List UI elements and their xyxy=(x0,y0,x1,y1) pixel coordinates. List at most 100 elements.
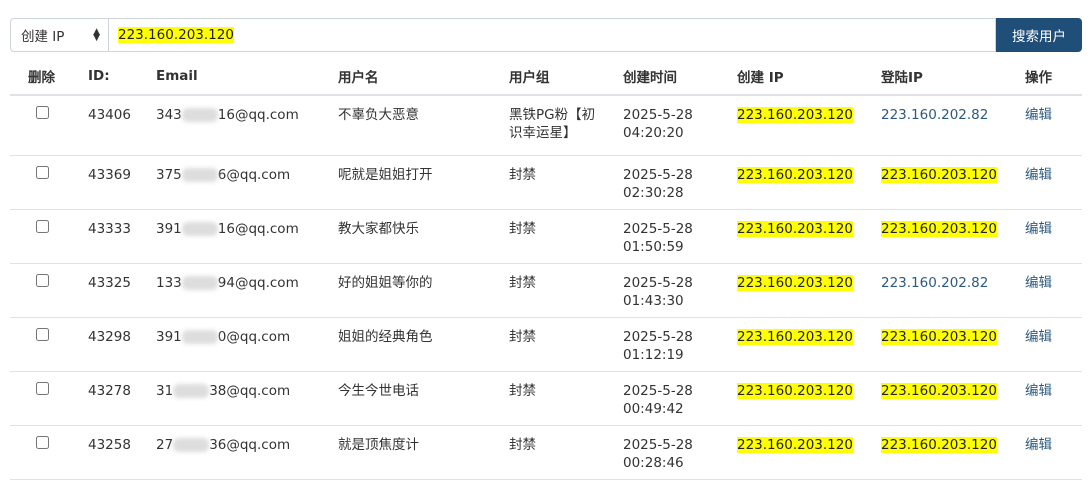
action-cell: 编辑 xyxy=(1025,317,1082,372)
edit-link[interactable]: 编辑 xyxy=(1025,275,1052,291)
created-clock: 00:49:42 xyxy=(623,400,684,417)
created-date: 2025-5-28 xyxy=(623,107,693,123)
delete-cell xyxy=(10,263,88,318)
delete-checkbox[interactable] xyxy=(36,219,49,233)
user-id: 43298 xyxy=(88,317,156,372)
user-login-ip: 223.160.202.82 xyxy=(881,263,1025,318)
email-suffix: 36@qq.com xyxy=(209,436,291,453)
delete-checkbox[interactable] xyxy=(36,381,49,395)
email-suffix: 38@qq.com xyxy=(209,382,291,399)
edit-link[interactable]: 编辑 xyxy=(1025,329,1052,345)
redaction-blur xyxy=(181,108,218,122)
edit-link[interactable]: 编辑 xyxy=(1025,437,1052,453)
user-group-line: 封禁 xyxy=(509,436,536,453)
user-email: 133 94@qq.com xyxy=(156,263,338,318)
delete-checkbox[interactable] xyxy=(36,165,49,179)
table-row: 43298 391 0@qq.com 姐姐的经典角色 封禁 2025-5-28 01:12:… xyxy=(10,317,1082,372)
created-date: 2025-5-28 xyxy=(623,328,693,345)
header-username: 用户名 xyxy=(338,58,509,96)
user-email: 31 38@qq.com xyxy=(156,371,338,426)
created-ip-value: 223.160.203.120 xyxy=(737,274,853,291)
delete-cell xyxy=(10,317,88,372)
login-ip-value: 223.160.203.120 xyxy=(881,436,997,453)
user-username: 姐姐的经典角色 xyxy=(338,317,509,372)
email-suffix: 0@qq.com xyxy=(217,328,291,345)
created-ip-value: 223.160.203.120 xyxy=(737,166,853,183)
user-username: 呢就是姐姐打开 xyxy=(338,155,509,210)
email-suffix: 6@qq.com xyxy=(217,166,291,183)
action-cell: 编辑 xyxy=(1025,371,1082,426)
table-row: 43333 391 16@qq.com 教大家都快乐 封禁 2025-5-28 01:50:… xyxy=(10,209,1082,264)
created-date: 2025-5-28 xyxy=(623,382,693,399)
created-clock: 02:30:28 xyxy=(623,184,684,201)
edit-link[interactable]: 编辑 xyxy=(1025,383,1052,399)
select-arrows-icon: ▲ ▼ xyxy=(93,27,100,43)
delete-checkbox[interactable] xyxy=(36,106,49,119)
delete-cell xyxy=(10,371,88,426)
user-username: 就是顶焦度计 xyxy=(338,425,509,480)
action-cell: 编辑 xyxy=(1025,425,1082,480)
user-created-time: 2025-5-28 00:28:46 xyxy=(623,425,737,480)
table-row: 43369 375 6@qq.com 呢就是姐姐打开 封禁 2025-5-28 02:30:… xyxy=(10,155,1082,210)
created-clock: 04:20:20 xyxy=(623,125,684,141)
created-ip-value: 223.160.203.120 xyxy=(737,382,853,399)
user-created-ip: 223.160.203.120 xyxy=(737,371,881,426)
delete-cell xyxy=(10,209,88,264)
email-prefix: 133 xyxy=(156,274,182,291)
edit-link[interactable]: 编辑 xyxy=(1025,221,1052,237)
table-row: 43258 27 36@qq.com 就是顶焦度计 封禁 2025-5-28 00:28:4… xyxy=(10,425,1082,480)
delete-checkbox[interactable] xyxy=(36,327,49,341)
search-users-button[interactable]: 搜索用户 xyxy=(996,18,1082,52)
search-field-select[interactable]: 创建 IP ▲ ▼ xyxy=(10,18,109,52)
edit-link[interactable]: 编辑 xyxy=(1025,107,1052,123)
header-created-time: 创建时间 xyxy=(623,58,737,96)
created-clock: 01:12:19 xyxy=(623,346,684,363)
user-group-line: 封禁 xyxy=(509,166,536,183)
redaction-blur xyxy=(181,221,218,236)
user-created-ip: 223.160.203.120 xyxy=(737,425,881,480)
created-date: 2025-5-28 xyxy=(623,166,693,183)
user-login-ip: 223.160.203.120 xyxy=(881,155,1025,210)
user-username: 教大家都快乐 xyxy=(338,209,509,264)
user-group: 封禁 xyxy=(509,209,623,264)
user-id: 43278 xyxy=(88,371,156,426)
created-clock: 01:43:30 xyxy=(623,292,684,309)
email-suffix: 16@qq.com xyxy=(217,107,299,123)
header-email: Email xyxy=(156,58,338,96)
user-username: 不辜负大恶意 xyxy=(338,95,509,156)
user-username: 好的姐姐等你的 xyxy=(338,263,509,318)
user-created-ip: 223.160.203.120 xyxy=(737,95,881,156)
login-ip-value: 223.160.202.82 xyxy=(881,274,989,291)
delete-checkbox[interactable] xyxy=(36,435,49,449)
created-ip-value: 223.160.203.120 xyxy=(737,220,853,237)
header-login-ip: 登陆IP xyxy=(881,58,1025,96)
created-date: 2025-5-28 xyxy=(623,220,693,237)
user-group: 封禁 xyxy=(509,155,623,210)
user-group-line: 封禁 xyxy=(509,382,536,399)
user-login-ip: 223.160.203.120 xyxy=(881,371,1025,426)
edit-link[interactable]: 编辑 xyxy=(1025,167,1052,183)
search-input[interactable]: 223.160.203.120 xyxy=(109,18,996,52)
created-clock: 00:28:46 xyxy=(623,454,684,471)
user-id: 43369 xyxy=(88,155,156,210)
delete-checkbox[interactable] xyxy=(36,273,49,287)
user-group-line: 识幸运星】 xyxy=(509,125,577,141)
user-group-line: 封禁 xyxy=(509,274,536,291)
user-group-line: 封禁 xyxy=(509,220,536,237)
action-cell: 编辑 xyxy=(1025,95,1082,156)
user-created-ip: 223.160.203.120 xyxy=(737,317,881,372)
user-id: 43406 xyxy=(88,95,156,156)
action-cell: 编辑 xyxy=(1025,263,1082,318)
email-prefix: 375 xyxy=(156,166,182,183)
action-cell: 编辑 xyxy=(1025,209,1082,264)
user-created-time: 2025-5-28 04:20:20 xyxy=(623,95,737,156)
user-id: 43333 xyxy=(88,209,156,264)
search-input-value: 223.160.203.120 xyxy=(118,27,234,43)
user-email: 343 16@qq.com xyxy=(156,95,338,156)
delete-cell xyxy=(10,425,88,480)
user-created-time: 2025-5-28 02:30:28 xyxy=(623,155,737,210)
table-header-row: 删除 ID: Email 用户名 用户组 创建时间 创建 IP 登陆IP 操作 xyxy=(10,58,1082,96)
table-row: 43406 343 16@qq.com 不辜负大恶意 黑铁PG粉【初 识幸运星】 2025-… xyxy=(10,95,1082,156)
user-created-time: 2025-5-28 01:12:19 xyxy=(623,317,737,372)
redaction-blur xyxy=(181,329,218,344)
